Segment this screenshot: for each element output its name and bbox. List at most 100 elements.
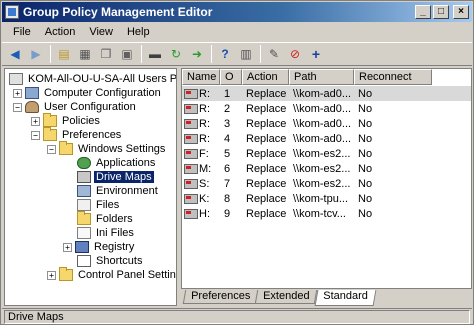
help-icon[interactable]: ? [216, 45, 234, 63]
toolbar: ◀ ▶ ▤ ▦ ❐ ▣ ▬ ↻ ➜ ? ▥ ✎ ⊘ + [2, 42, 472, 66]
expand-icon[interactable]: + [13, 88, 22, 98]
drive-letter: M: [199, 162, 212, 175]
cell-reconnect: No [358, 87, 373, 100]
table-row[interactable]: H: 9 Replace \\kom-tcv... No [182, 206, 471, 221]
maximize-button[interactable]: □ [433, 5, 449, 19]
applications-icon [77, 157, 91, 169]
properties-icon[interactable]: ▥ [237, 45, 255, 63]
tree-user-configuration[interactable]: − User Configuration [13, 100, 138, 114]
column-header-order[interactable]: O [220, 69, 242, 85]
copy-icon[interactable]: ❐ [97, 45, 115, 63]
tab-extended[interactable]: Extended [255, 290, 319, 304]
column-header-name[interactable]: Name [182, 69, 220, 85]
folder-icon [59, 267, 73, 281]
expand-icon[interactable]: + [31, 116, 40, 126]
cell-action: Replace [246, 207, 287, 220]
tree-root[interactable]: KOM-All-OU-U-SA-All Users Policy [ [9, 72, 176, 86]
cell-action: Replace [246, 147, 287, 160]
folder-icon [43, 127, 57, 141]
expand-icon[interactable]: + [47, 270, 56, 280]
title-bar: Group Policy Management Editor _ □ × [2, 2, 472, 22]
registry-icon [75, 241, 89, 253]
close-button[interactable]: × [453, 5, 469, 19]
delete-icon[interactable]: ⊘ [286, 45, 304, 63]
collapse-icon[interactable]: − [47, 144, 56, 154]
cell-name: R: [182, 133, 220, 145]
table-row[interactable]: R: 3 Replace \\kom-ad0... No [182, 116, 471, 131]
cell-reconnect: No [358, 162, 373, 175]
refresh-icon[interactable]: ↻ [167, 45, 185, 63]
up-folder-icon[interactable]: ▤ [55, 45, 73, 63]
tree-policies[interactable]: + Policies [31, 113, 102, 128]
cell-path: \\kom-tcv... [293, 207, 346, 220]
mapped-drive-icon [184, 133, 198, 144]
add-icon[interactable]: + [307, 45, 325, 63]
tree-computer-configuration[interactable]: + Computer Configuration [13, 86, 163, 100]
drive-letter: F: [199, 147, 209, 160]
cell-name: S: [182, 178, 220, 190]
tree-applications[interactable]: Applications [77, 156, 157, 170]
table-row[interactable]: M: 6 Replace \\kom-es2... No [182, 161, 471, 176]
cell-order: 4 [224, 132, 231, 145]
policy-icon [9, 73, 23, 85]
paste-icon[interactable]: ▣ [118, 45, 136, 63]
table-row[interactable]: F: 5 Replace \\kom-es2... No [182, 146, 471, 161]
mapped-drive-icon [184, 148, 198, 159]
collapse-icon[interactable]: − [31, 130, 40, 140]
drive-letter: R: [199, 132, 210, 145]
tree-folders[interactable]: Folders [77, 211, 135, 226]
menu-help[interactable]: Help [120, 26, 157, 38]
status-bar: Drive Maps [2, 308, 472, 324]
cell-action: Replace [246, 192, 287, 205]
tree-drive-maps[interactable]: Drive Maps [77, 170, 154, 184]
table-row[interactable]: R: 4 Replace \\kom-ad0... No [182, 131, 471, 146]
tree-registry[interactable]: + Registry [63, 240, 136, 254]
menu-file[interactable]: File [6, 26, 38, 38]
tab-preferences[interactable]: Preferences [182, 290, 259, 304]
cell-action: Replace [246, 177, 287, 190]
tree-preferences[interactable]: − Preferences [31, 127, 123, 142]
new-item-icon[interactable]: ✎ [265, 45, 283, 63]
drive-letter: S: [199, 177, 210, 190]
mapped-drive-icon [184, 88, 198, 99]
table-row[interactable]: R: 1 Replace \\kom-ad0... No [182, 86, 471, 101]
tree-control-panel-settings[interactable]: + Control Panel Settings [47, 267, 176, 282]
toolbar-separator [141, 45, 142, 63]
cell-path: \\kom-ad0... [293, 102, 352, 115]
menu-action[interactable]: Action [38, 26, 83, 38]
forward-arrow-icon[interactable]: ▶ [27, 45, 45, 63]
table-row[interactable]: R: 2 Replace \\kom-ad0... No [182, 101, 471, 116]
cell-path: \\kom-es2... [293, 162, 351, 175]
cell-order: 7 [224, 177, 231, 190]
collapse-icon[interactable]: − [13, 102, 22, 112]
export-icon[interactable]: ➜ [188, 45, 206, 63]
minimize-button[interactable]: _ [415, 5, 431, 19]
mapped-drive-icon [184, 208, 198, 219]
tree-view-icon[interactable]: ▦ [76, 45, 94, 63]
table-row[interactable]: K: 8 Replace \\kom-tpu... No [182, 191, 471, 206]
table-row[interactable]: S: 7 Replace \\kom-es2... No [182, 176, 471, 191]
back-arrow-icon[interactable]: ◀ [6, 45, 24, 63]
menu-view[interactable]: View [82, 26, 120, 38]
tree-pane[interactable]: KOM-All-OU-U-SA-All Users Policy [ + Com… [4, 68, 177, 306]
cell-action: Replace [246, 132, 287, 145]
app-window: Group Policy Management Editor _ □ × Fil… [0, 0, 474, 325]
toolbar-separator [260, 45, 261, 63]
app-icon [5, 5, 19, 19]
mapped-drive-icon [184, 163, 198, 174]
cell-name: R: [182, 88, 220, 100]
column-header-action[interactable]: Action [242, 69, 289, 85]
column-header-path[interactable]: Path [289, 69, 354, 85]
expand-icon[interactable]: + [63, 242, 72, 252]
status-text: Drive Maps [4, 309, 470, 324]
tree-windows-settings[interactable]: − Windows Settings [47, 141, 167, 156]
tree-environment[interactable]: Environment [77, 184, 160, 198]
print-icon[interactable]: ▬ [146, 45, 164, 63]
tab-standard[interactable]: Standard [314, 290, 376, 306]
tree-ini-files[interactable]: Ini Files [77, 226, 136, 240]
tree-shortcuts[interactable]: Shortcuts [77, 254, 144, 268]
column-header-reconnect[interactable]: Reconnect [354, 69, 432, 85]
list-pane[interactable]: Name O Action Path Reconnect R: 1 Replace \… [181, 68, 472, 289]
cell-order: 8 [224, 192, 231, 205]
tree-files[interactable]: Files [77, 198, 121, 212]
